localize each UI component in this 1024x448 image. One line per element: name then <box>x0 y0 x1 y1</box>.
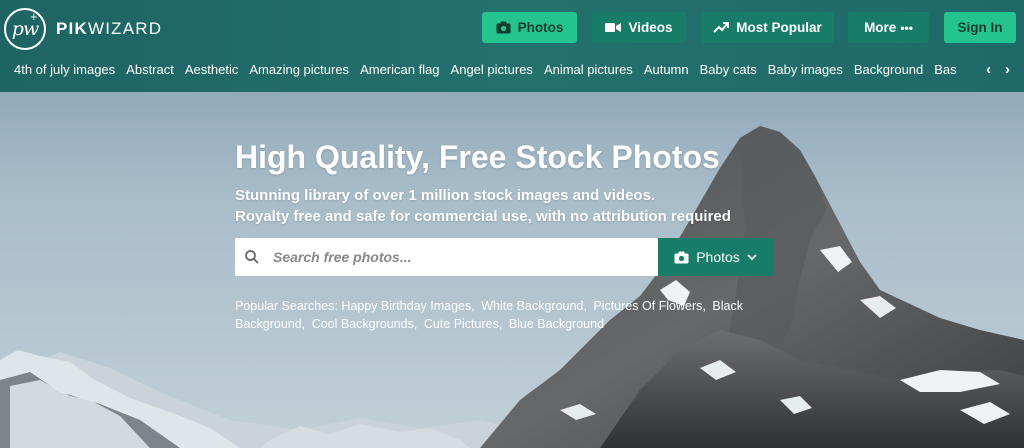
video-camera-icon <box>605 23 622 32</box>
hero-subtitle-line-1: Stunning library of over 1 million stock… <box>235 187 656 204</box>
search-bar <box>235 238 658 276</box>
category-link[interactable]: Background <box>854 62 923 77</box>
category-link[interactable]: Animal pictures <box>544 62 633 77</box>
popular-search-link[interactable]: White Background <box>481 299 583 313</box>
popular-search-link[interactable]: Blue Background <box>509 317 604 331</box>
trending-up-icon <box>713 22 730 33</box>
category-link[interactable]: Bas <box>934 62 956 77</box>
category-link[interactable]: Baby images <box>768 62 843 77</box>
search-type-dropdown[interactable]: Photos <box>658 238 773 276</box>
popular-searches: Popular Searches: Happy Birthday Images,… <box>235 299 743 331</box>
category-link[interactable]: Autumn <box>644 62 689 77</box>
category-link[interactable]: Baby cats <box>700 62 757 77</box>
category-link[interactable]: Aesthetic <box>185 62 238 77</box>
logo-mark: pw + <box>4 8 46 50</box>
search-input[interactable] <box>273 249 633 265</box>
category-link[interactable]: Abstract <box>126 62 174 77</box>
logo-wordmark-bold: PIK <box>56 19 88 38</box>
search-icon <box>245 250 259 264</box>
camera-icon <box>674 251 689 263</box>
sign-in-button-label: Sign In <box>957 20 1003 35</box>
hero-subtitle: Stunning library of over 1 million stock… <box>235 185 731 227</box>
chevron-left-icon[interactable]: ‹ <box>986 61 991 78</box>
more-button-label: More <box>864 20 897 35</box>
popular-search-link[interactable]: Cute Pictures <box>424 317 499 331</box>
category-link[interactable]: 4th of july images <box>14 62 115 77</box>
top-header: pw + PIKWIZARD Photos Videos Most Popula… <box>0 0 1024 92</box>
popular-search-link[interactable]: Pictures Of Flowers <box>593 299 702 313</box>
photos-button-label: Photos <box>517 20 564 35</box>
popular-search-link[interactable]: Cool Backgrounds <box>312 317 414 331</box>
videos-button[interactable]: Videos <box>592 12 686 43</box>
category-link[interactable]: American flag <box>360 62 439 77</box>
chevron-right-icon[interactable]: › <box>1005 61 1010 78</box>
videos-button-label: Videos <box>628 20 673 35</box>
category-link[interactable]: Amazing pictures <box>249 62 349 77</box>
most-popular-button-label: Most Popular <box>736 20 822 35</box>
logo-wordmark-light: WIZARD <box>87 19 163 38</box>
popular-search-link[interactable]: Happy Birthday Images <box>341 299 471 313</box>
most-popular-button[interactable]: Most Popular <box>701 12 834 43</box>
hero-subtitle-line-2: Royalty free and safe for commercial use… <box>235 208 731 225</box>
chevron-down-icon <box>747 253 757 260</box>
category-link[interactable]: Angel pictures <box>451 62 533 77</box>
camera-icon <box>496 21 511 34</box>
hero-title: High Quality, Free Stock Photos <box>235 139 720 175</box>
pikwizard-logo[interactable]: pw + PIKWIZARD <box>4 8 162 50</box>
logo-wordmark: PIKWIZARD <box>56 19 162 39</box>
ellipsis-icon: ••• <box>900 20 913 35</box>
photos-button[interactable]: Photos <box>482 12 577 43</box>
more-button[interactable]: More ••• <box>848 12 929 43</box>
sign-in-button[interactable]: Sign In <box>944 12 1016 43</box>
category-bar: 4th of july images Abstract Aesthetic Am… <box>14 62 964 77</box>
search-type-label: Photos <box>696 249 740 265</box>
popular-searches-label: Popular Searches: <box>235 299 338 313</box>
